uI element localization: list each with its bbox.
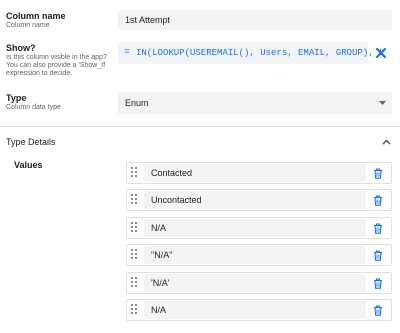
value-input[interactable]: Uncontacted: [144, 191, 366, 209]
type-label: Type: [6, 93, 27, 103]
value-text: Contacted: [151, 168, 193, 178]
value-row: N/A: [126, 299, 392, 321]
values-label: Values: [14, 160, 43, 170]
drag-handle-icon[interactable]: [131, 194, 139, 206]
show-formula: IN(LOOKUP(USEREMAIL(), Users, EMAIL, GRO…: [136, 48, 385, 58]
type-value: Enum: [125, 98, 149, 108]
column-name-input[interactable]: 1st Attempt: [118, 10, 392, 30]
trash-icon[interactable]: [373, 305, 383, 316]
show-sublabel-1: Is this column visible in the app?: [6, 54, 107, 61]
value-row: Uncontacted: [126, 189, 392, 211]
trash-icon[interactable]: [373, 195, 383, 206]
chevron-up-icon[interactable]: [382, 139, 391, 145]
drag-handle-icon[interactable]: [131, 277, 139, 289]
value-input[interactable]: 'N/A': [144, 274, 366, 292]
drag-handle-icon[interactable]: [131, 249, 139, 261]
value-input[interactable]: N/A: [144, 301, 366, 319]
column-name-value: 1st Attempt: [125, 15, 171, 25]
value-row: N/A: [126, 217, 392, 239]
drag-handle-icon[interactable]: [131, 304, 139, 316]
close-icon[interactable]: [375, 47, 387, 59]
section-divider: [0, 126, 400, 127]
value-input[interactable]: "N/A": [144, 246, 366, 264]
drag-handle-icon[interactable]: [131, 222, 139, 234]
trash-icon[interactable]: [373, 250, 383, 261]
value-text: Uncontacted: [151, 195, 202, 205]
value-row: "N/A": [126, 244, 392, 266]
drag-handle-icon[interactable]: [131, 167, 139, 179]
type-sublabel: Column data type: [6, 104, 61, 111]
column-name-sublabel: Column name: [6, 22, 50, 29]
show-sublabel-2: You can also provide a 'Show_If: [6, 62, 106, 69]
value-row: Contacted: [126, 162, 392, 184]
type-select[interactable]: Enum: [118, 92, 392, 114]
show-expression-input[interactable]: = IN(LOOKUP(USEREMAIL(), Users, EMAIL, G…: [118, 42, 384, 64]
value-text: 'N/A': [151, 278, 170, 288]
show-label: Show?: [6, 43, 36, 53]
caret-down-icon: [379, 101, 386, 105]
trash-icon[interactable]: [373, 278, 383, 289]
value-text: "N/A": [151, 250, 173, 260]
value-row: 'N/A': [126, 272, 392, 294]
trash-icon[interactable]: [373, 168, 383, 179]
column-name-label: Column name: [6, 11, 66, 21]
equals-sign: =: [124, 47, 131, 59]
value-input[interactable]: N/A: [144, 219, 366, 237]
show-sublabel-3: expression to decide.: [6, 70, 73, 77]
value-text: N/A: [151, 305, 167, 315]
value-text: N/A: [151, 223, 167, 233]
trash-icon[interactable]: [373, 223, 383, 234]
value-input[interactable]: Contacted: [144, 164, 366, 182]
type-details-title: Type Details: [6, 137, 56, 147]
